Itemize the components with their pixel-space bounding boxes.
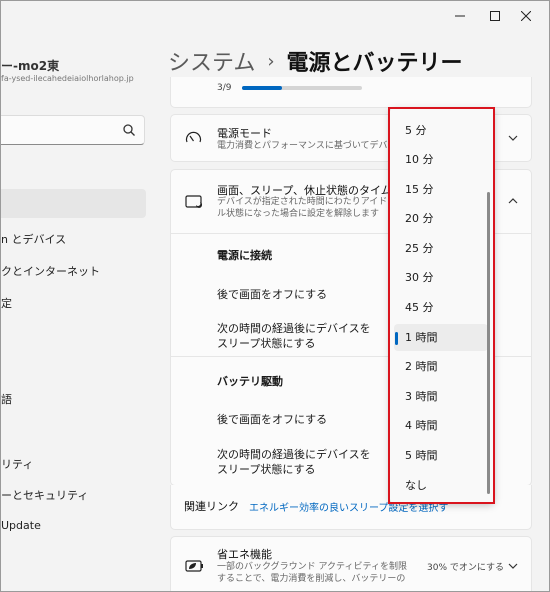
battery-progress-text: 3/9 [217,83,232,93]
chevron-up-icon[interactable] [507,195,519,207]
battery-heading: バッテリ駆動 [217,375,283,388]
energy-saver-card[interactable]: 省エネ機能 一部のバックグラウンド アクティビティを制限することで、電力消費を削… [170,536,532,591]
energy-saver-title: 省エネ機能 [217,548,272,561]
screen-sleep-icon [185,195,202,208]
user-name: ー-mo2東 [1,59,60,73]
sidebar-item-network[interactable]: クとインターネット [1,263,100,279]
search-input[interactable] [4,120,118,140]
battery-progress-fill [242,86,282,90]
breadcrumb: システム › 電源とバッテリー [168,45,463,77]
navigation-pane: ー-mo2東 fa-ysed-ilecahedeiaiolhorlahop.jp… [1,1,156,591]
sidebar-item-windows-update[interactable]: Update [1,519,41,532]
power-mode-title: 電源モード [217,127,272,140]
close-button[interactable] [503,1,549,31]
page-title: 電源とバッテリー [286,51,463,76]
search-box[interactable] [1,115,145,145]
minimize-icon [455,15,465,17]
battery-sleep-label: 次の時間の経過後にデバイスをスリープ状態にする [217,448,371,476]
battery-level-card: 3/9 [170,77,532,108]
sidebar-item-system[interactable] [1,189,146,218]
energy-saver-description: 一部のバックグラウンド アクティビティを制限することで、電力消費を削減し、バッテ… [217,562,407,584]
sidebar-item-devices[interactable]: n とデバイス [1,231,66,247]
plugged-screen-off-label: 後で画面をオフにする [217,288,328,301]
power-mode-icon [185,131,202,143]
battery-screen-off-label: 後で画面をオフにする [217,413,328,426]
related-links-label: 関連リンク [184,500,239,513]
sidebar-item-language[interactable]: 語 [1,391,12,407]
breadcrumb-separator: › [267,50,275,72]
maximize-icon [490,11,500,21]
breadcrumb-parent[interactable]: システム [168,45,255,77]
search-icon[interactable] [122,123,136,137]
plugged-sleep-label: 次の時間の経過後にデバイスをスリープ状態にする [217,322,371,350]
user-email: fa-ysed-ilecahedeiaiolhorlahop.jp [1,74,134,83]
settings-window: ー-mo2東 fa-ysed-ilecahedeiaiolhorlahop.jp… [0,0,550,592]
energy-saver-status: 30% でオンにする [427,563,504,573]
screen-sleep-description: デバイスが指定された時間にわたりアイドル状態になった場合に設定を解除します [217,197,388,219]
battery-progress-track [242,86,362,90]
sidebar-item-accessibility[interactable]: リティ [1,456,33,472]
annotation-highlight-box [388,107,495,504]
close-icon [521,11,531,21]
sidebar-item-privacy[interactable]: ーとセキュリティ [1,487,88,503]
chevron-down-icon[interactable] [507,132,519,144]
sidebar-item-settings[interactable]: 定 [1,295,12,311]
chevron-down-icon[interactable] [507,560,519,572]
energy-saver-icon [185,560,203,572]
plugged-in-heading: 電源に接続 [217,249,272,262]
